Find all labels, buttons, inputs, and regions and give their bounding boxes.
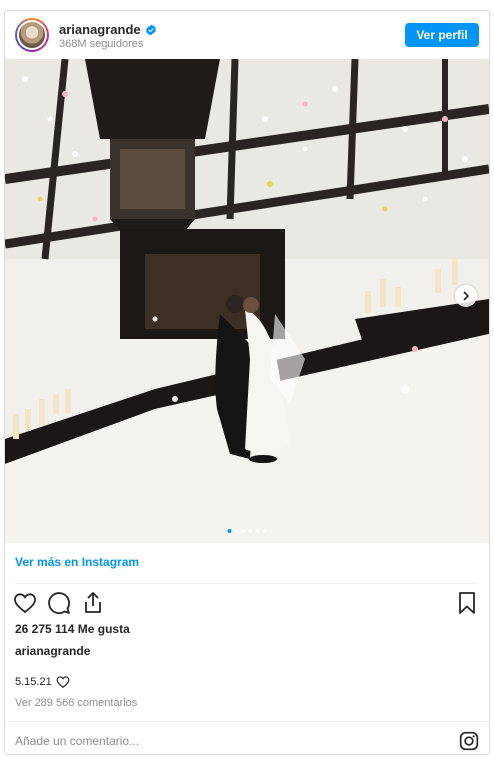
carousel-dot — [255, 529, 260, 533]
share-icon[interactable] — [81, 591, 105, 615]
caption-username[interactable]: arianagrande — [15, 644, 90, 658]
carousel-dot — [241, 529, 246, 533]
post-header: arianagrande 368M seguidores Ver perfil — [5, 11, 489, 59]
carousel-next-button[interactable] — [455, 285, 477, 307]
carousel-indicator — [227, 529, 267, 533]
follower-count: 368M seguidores — [59, 38, 144, 50]
avatar-image — [17, 20, 47, 50]
bookmark-icon[interactable] — [455, 591, 479, 615]
carousel-dot — [234, 529, 239, 533]
instagram-logo-icon[interactable] — [459, 731, 479, 751]
verified-badge-icon — [145, 24, 156, 35]
post-date: 5.15.21 — [15, 676, 52, 688]
comment-input[interactable] — [15, 734, 435, 748]
comment-icon[interactable] — [47, 591, 71, 615]
post-image[interactable] — [5, 59, 489, 543]
divider — [15, 583, 479, 584]
carousel-dot — [248, 529, 253, 533]
view-profile-button[interactable]: Ver perfil — [405, 23, 479, 47]
like-count[interactable]: 26 275 114 Me gusta — [15, 622, 130, 636]
divider — [5, 721, 489, 722]
small-heart-icon[interactable] — [56, 675, 70, 689]
view-comments-link[interactable]: Ver 289 566 comentarios — [15, 697, 137, 709]
heart-icon[interactable] — [13, 591, 37, 615]
carousel-dot — [262, 529, 267, 533]
view-more-on-instagram-link[interactable]: Ver más en Instagram — [15, 555, 139, 569]
instagram-embed-card: arianagrande 368M seguidores Ver perfil — [4, 10, 490, 755]
wedding-photo — [5, 59, 489, 543]
carousel-dot — [227, 529, 232, 533]
username[interactable]: arianagrande — [59, 22, 141, 37]
username-row: arianagrande — [59, 22, 157, 37]
chevron-right-icon — [463, 291, 470, 301]
action-bar — [13, 591, 105, 615]
avatar[interactable] — [15, 18, 49, 52]
post-date-row: 5.15.21 — [15, 675, 70, 689]
